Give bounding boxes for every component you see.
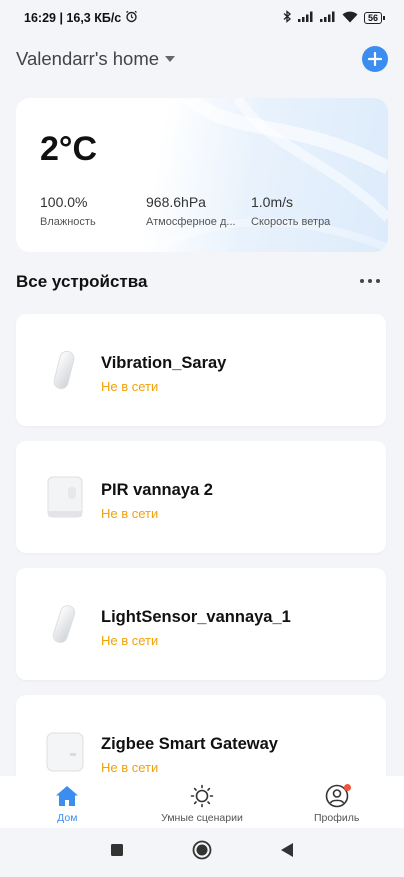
notification-badge [343,784,351,791]
home-header: Valendarr's home [16,44,388,74]
device-status: Не в сети [101,379,159,394]
status-right: 56 [283,10,386,26]
status-time: 16:29 | 16,3 КБ/с [24,11,122,25]
device-card[interactable]: Vibration_Saray Не в сети [16,314,386,426]
device-name: Vibration_Saray [101,354,227,372]
battery-icon: 56 [363,12,386,24]
plus-icon [368,52,382,66]
device-list[interactable]: Vibration_Saray Не в сети PIR vannaya 2 … [0,314,404,776]
wifi-icon [342,11,358,26]
gateway-icon [44,725,88,776]
home-name: Valendarr's home [16,48,160,69]
device-status: Не в сети [101,506,159,521]
humidity-stat: 100.0% Влажность [40,194,136,228]
pressure-label: Атмосферное д... [146,216,236,228]
device-name: PIR vannaya 2 [101,481,213,499]
wind-value: 1.0m/s [251,194,294,210]
nav-profile-label: Профиль [313,812,360,824]
recent-apps-button[interactable] [110,843,124,862]
back-button[interactable] [280,842,294,863]
circle-icon [192,840,212,860]
bluetooth-icon [283,10,292,26]
device-name: Zigbee Smart Gateway [101,735,278,753]
weather-card[interactable]: 2°C 100.0% Влажность 968.6hPa Атмосферно… [16,98,388,252]
signal-icon [319,11,336,25]
sun-icon [190,784,214,808]
nav-profile[interactable]: Профиль [277,784,397,824]
bottom-navigation: Дом Умные сценарии Профиль [0,776,404,828]
wind-label: Скорость ветра [251,216,331,228]
pressure-stat: 968.6hPa Атмосферное д... [146,194,242,228]
signal-icon [297,11,314,25]
device-card[interactable]: LightSensor_vannaya_1 Не в сети [16,568,386,680]
nav-home-label: Дом [57,812,78,824]
temperature: 2°C [40,130,98,168]
back-triangle-icon [281,843,293,857]
add-device-button[interactable] [362,46,388,72]
motion-sensor-icon [44,471,88,523]
device-status: Не в сети [101,633,159,648]
status-bar: 16:29 | 16,3 КБ/с 56 [0,0,404,36]
pressure-value: 968.6hPa [146,194,206,210]
status-left: 16:29 | 16,3 КБ/с [24,10,138,26]
device-status: Не в сети [101,760,159,775]
light-sensor-icon [44,598,88,650]
home-system-button[interactable] [192,840,212,865]
home-icon [56,786,79,806]
nav-smart-scenes[interactable]: Умные сценарии [142,784,262,824]
device-name: LightSensor_vannaya_1 [101,608,291,626]
nav-home[interactable]: Дом [7,784,127,824]
device-card[interactable]: Zigbee Smart Gateway Не в сети [16,695,386,776]
vibration-sensor-icon [44,344,88,396]
humidity-value: 100.0% [40,194,88,210]
alarm-icon [125,10,138,26]
square-icon [111,844,123,856]
device-card[interactable]: PIR vannaya 2 Не в сети [16,441,386,553]
caret-down-icon [165,56,176,62]
nav-smart-scenes-label: Умные сценарии [161,812,243,824]
battery-level: 56 [367,13,378,23]
system-navigation-bar [0,828,404,877]
wind-stat: 1.0m/s Скорость ветра [251,194,361,228]
home-selector[interactable]: Valendarr's home [16,48,176,70]
section-title: Все устройства [16,272,148,291]
weather-background-decoration [148,98,388,252]
more-horizontal-icon[interactable] [360,279,380,283]
humidity-label: Влажность [40,216,96,228]
